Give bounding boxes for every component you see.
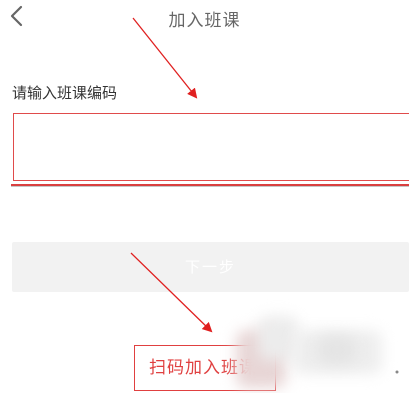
class-code-input-box[interactable]	[13, 113, 409, 181]
page-title: 加入班课	[168, 11, 241, 31]
class-code-label: 请输入班课编码	[12, 84, 118, 102]
class-code-input[interactable]	[14, 114, 409, 180]
input-underline-shadow	[11, 186, 409, 187]
blurred-region	[318, 336, 356, 364]
dot-icon	[395, 370, 399, 374]
next-step-button[interactable]: 下一步	[12, 242, 409, 292]
